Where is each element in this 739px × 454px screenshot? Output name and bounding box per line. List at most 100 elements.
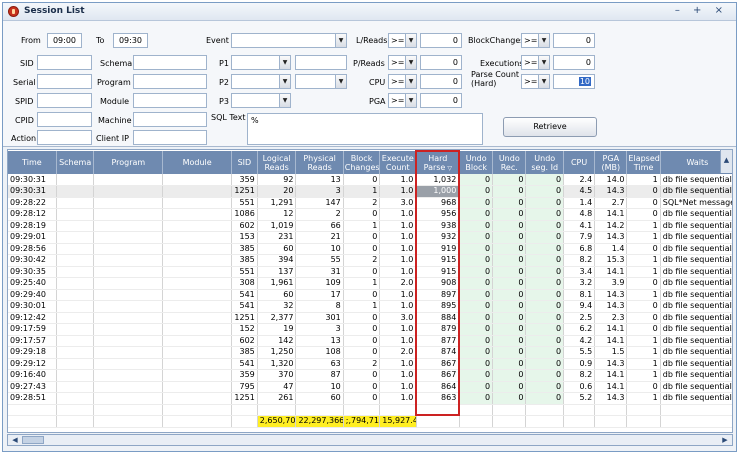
- table-row[interactable]: 09:29:12 541 1,320 63 2 1.0 867 0 0 0 0.9 14.3 1 db f…: [8, 358, 732, 370]
- column-header[interactable]: Schema: [56, 151, 95, 174]
- cpu-input[interactable]: 0: [420, 74, 462, 89]
- chevron-down-icon[interactable]: ▼: [335, 75, 346, 88]
- column-header[interactable]: PGA (MB): [594, 151, 628, 174]
- chevron-down-icon[interactable]: ▼: [279, 94, 290, 107]
- table-row[interactable]: 09:29:40 541 60 17 0 1.0 897 0 0 0 8.1 14.3 1 db file…: [8, 289, 732, 301]
- chevron-down-icon[interactable]: ▼: [405, 94, 416, 107]
- machine-input[interactable]: [133, 112, 207, 127]
- table-row[interactable]: 09:30:35 551 137 31 0 1.0 915 0 0 0 3.4 14.1 1 db fil…: [8, 266, 732, 278]
- cpid-input[interactable]: [37, 112, 92, 127]
- column-header[interactable]: Block Changes: [343, 151, 381, 174]
- column-header[interactable]: Physical Reads: [295, 151, 344, 174]
- p2-value-select[interactable]: ▼: [295, 74, 347, 89]
- schema-input[interactable]: [133, 55, 207, 70]
- table-row[interactable]: 09:28:51 1251 261 60 0 1.0 863 0 0 0 5.2 14.3 1 db fi…: [8, 392, 732, 405]
- table-cell: 0: [492, 231, 527, 244]
- executions-operator-select[interactable]: >= ▼: [521, 55, 550, 70]
- table-row[interactable]: 09:28:12 1086 12 2 0 1.0 956 0 0 0 4.8 14.1 0 db file…: [8, 208, 732, 221]
- table-row[interactable]: 09:30:42 385 394 55 2 1.0 915 0 0 0 8.2 15.3 1 db fil…: [8, 254, 732, 267]
- pga-input[interactable]: 0: [420, 93, 462, 108]
- table-cell: 602: [231, 335, 258, 347]
- p3-select[interactable]: ▼: [231, 93, 291, 108]
- column-header[interactable]: Execute Count: [379, 151, 417, 174]
- sort-descending-icon[interactable]: ▽: [447, 165, 452, 172]
- module-input[interactable]: [133, 93, 207, 108]
- preads-operator-select[interactable]: >= ▼: [388, 55, 417, 70]
- lreads-operator-select[interactable]: >= ▼: [388, 33, 417, 48]
- to-time-input[interactable]: 09:30: [113, 33, 148, 48]
- table-cell: 09:17:57: [8, 335, 57, 347]
- blockchanges-operator-select[interactable]: >= ▼: [521, 33, 550, 48]
- chevron-down-icon[interactable]: ▼: [538, 56, 549, 69]
- lreads-input[interactable]: 0: [420, 33, 462, 48]
- table-cell: [563, 415, 596, 428]
- executions-input[interactable]: 0: [553, 55, 595, 70]
- chevron-down-icon[interactable]: ▼: [405, 34, 416, 47]
- scroll-up-icon[interactable]: ▲: [720, 150, 732, 173]
- chevron-down-icon[interactable]: ▼: [279, 75, 290, 88]
- column-header[interactable]: Hard Parse ▽: [415, 150, 461, 174]
- scroll-left-icon[interactable]: ◀: [9, 435, 21, 445]
- scroll-thumb[interactable]: [22, 436, 44, 444]
- table-row[interactable]: 09:30:31 1251 20 3 1 1.0 1,000 0 0 0 4.5 14.3 0 db fi…: [8, 185, 732, 198]
- blockchanges-input[interactable]: 0: [553, 33, 595, 48]
- table-cell: 1: [626, 254, 661, 267]
- table-row[interactable]: 09:28:22 551 1,291 147 2 3.0 968 0 0 0 1.4 2.7 0 SQL*…: [8, 197, 732, 209]
- chevron-down-icon[interactable]: ▼: [335, 34, 346, 47]
- table-row[interactable]: 09:17:57 602 142 13 0 1.0 877 0 0 0 4.2 14.1 1 db fil…: [8, 335, 732, 347]
- horizontal-scrollbar[interactable]: ◀ ▶: [7, 434, 733, 446]
- table-cell: 47: [257, 381, 297, 393]
- chevron-down-icon[interactable]: ▼: [538, 34, 549, 47]
- column-header[interactable]: Module: [162, 151, 232, 174]
- event-select[interactable]: ▼: [231, 33, 347, 48]
- table-cell: 0: [525, 289, 565, 301]
- sql-text-input[interactable]: %: [247, 113, 483, 145]
- chevron-down-icon[interactable]: ▼: [405, 56, 416, 69]
- table-row[interactable]: 09:16:40 359 370 87 0 1.0 867 0 0 0 8.2 14.1 1 db fil…: [8, 369, 732, 382]
- column-header[interactable]: SID: [231, 151, 258, 174]
- chevron-down-icon[interactable]: ▼: [405, 75, 416, 88]
- column-header[interactable]: Undo Block: [459, 151, 494, 174]
- parse-count-operator-select[interactable]: >= ▼: [521, 74, 550, 89]
- action-input[interactable]: [37, 130, 92, 145]
- table-row[interactable]: 09:12:42 1251 2,377 301 0 3.0 884 0 0 0 2.5 2.3 0 db …: [8, 312, 732, 324]
- column-header[interactable]: Time: [8, 151, 57, 174]
- spid-input[interactable]: [37, 93, 92, 108]
- program-input[interactable]: [133, 74, 207, 89]
- to-label: To: [96, 36, 105, 45]
- table-cell: 1.0: [379, 185, 417, 198]
- table-cell: 863: [415, 392, 461, 405]
- table-row[interactable]: 09:25:40 308 1,961 109 1 2.0 908 0 0 0 3.2 3.9 0 db f…: [8, 277, 732, 290]
- column-header[interactable]: Elapsed Time: [626, 151, 661, 174]
- sid-input[interactable]: [37, 55, 92, 70]
- column-header[interactable]: CPU: [563, 151, 596, 174]
- from-time-input[interactable]: 09:00: [47, 33, 82, 48]
- column-header[interactable]: Logical Reads: [257, 151, 297, 174]
- table-row[interactable]: 09:29:01 153 231 21 0 1.0 932 0 0 0 7.9 14.3 1 db fil…: [8, 231, 732, 244]
- parse-count-input[interactable]: 10: [553, 74, 595, 89]
- column-header[interactable]: Undo Rec.: [492, 151, 527, 174]
- table-row[interactable]: 09:30:01 541 32 8 1 1.0 895 0 0 0 9.4 14.3 0 db file …: [8, 300, 732, 313]
- table-row[interactable]: 09:27:43 795 47 10 0 1.0 864 0 0 0 0.6 14.1 0 db file…: [8, 381, 732, 393]
- p2-select[interactable]: ▼: [231, 74, 291, 89]
- cpu-operator-select[interactable]: >= ▼: [388, 74, 417, 89]
- serial-input[interactable]: [37, 74, 92, 89]
- table-row[interactable]: 09:17:59 152 19 3 0 1.0 879 0 0 0 6.2 14.1 0 db file …: [8, 323, 732, 336]
- scroll-right-icon[interactable]: ▶: [719, 435, 731, 445]
- chevron-down-icon[interactable]: ▼: [538, 75, 549, 88]
- preads-input[interactable]: 0: [420, 55, 462, 70]
- p1-value-input[interactable]: [295, 55, 347, 70]
- table-row[interactable]: 09:28:19 602 1,019 66 1 1.0 938 0 0 0 4.1 14.2 1 db f…: [8, 220, 732, 232]
- client-ip-input[interactable]: [133, 130, 207, 145]
- column-header[interactable]: Undo seg. Id: [525, 151, 565, 174]
- table-cell: 09:28:22: [8, 197, 57, 209]
- p1-select[interactable]: ▼: [231, 55, 291, 70]
- retrieve-button[interactable]: Retrieve: [503, 117, 597, 137]
- table-row[interactable]: 09:30:31 359 92 13 0 1.0 1,032 0 0 0 2.4 14.0 1 db fi…: [8, 174, 732, 186]
- window-controls[interactable]: – + ×: [675, 5, 728, 16]
- pga-operator-select[interactable]: >= ▼: [388, 93, 417, 108]
- column-header[interactable]: Program: [93, 151, 164, 174]
- table-row[interactable]: 09:29:18 385 1,250 108 0 2.0 874 0 0 0 5.5 1.5 1 db f…: [8, 346, 732, 359]
- table-row[interactable]: 09:28:56 385 60 10 0 1.0 919 0 0 0 6.8 1.4 0 db file …: [8, 243, 732, 255]
- chevron-down-icon[interactable]: ▼: [279, 56, 290, 69]
